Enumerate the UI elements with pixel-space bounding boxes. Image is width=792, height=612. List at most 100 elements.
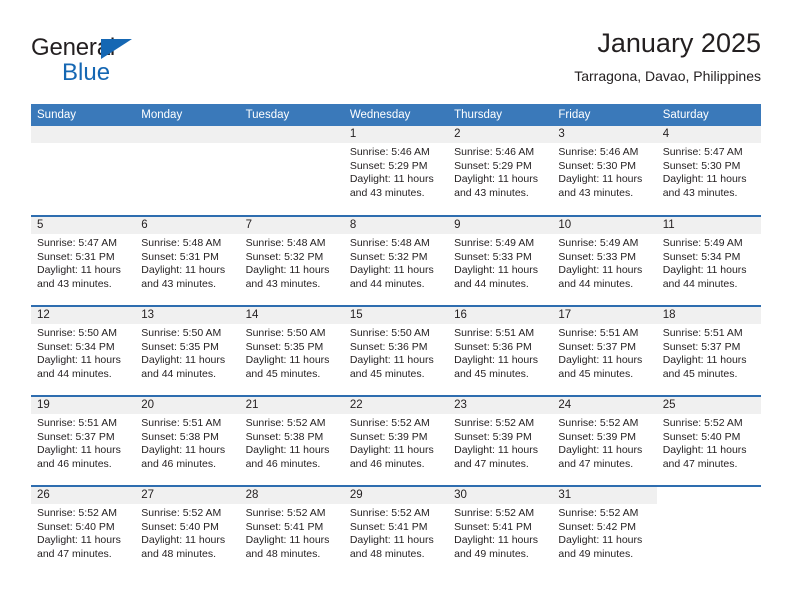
day-details: Sunrise: 5:52 AM Sunset: 5:41 PM Daylight:… <box>240 504 344 561</box>
day-number: 18 <box>656 307 761 324</box>
day-number: 17 <box>552 307 657 324</box>
day-number <box>31 126 136 143</box>
calendar-cell-empty <box>31 126 136 216</box>
sunrise-text: Sunrise: 5:50 AM <box>141 327 222 339</box>
day-number: 27 <box>135 487 240 504</box>
calendar-day-cell[interactable]: 31 Sunrise: 5:52 AM Sunset: 5:42 PM Dayligh… <box>552 485 657 576</box>
calendar-day-cell[interactable]: 23 Sunrise: 5:52 AM Sunset: 5:39 PM Dayligh… <box>448 395 553 486</box>
calendar-day-cell[interactable]: 10 Sunrise: 5:49 AM Sunset: 5:33 PM Dayligh… <box>552 215 657 306</box>
calendar-day-cell[interactable]: 7 Sunrise: 5:48 AM Sunset: 5:32 PM Daylight… <box>239 215 344 306</box>
day-number: 6 <box>135 217 240 234</box>
daylight-text-line1: Daylight: 11 hours <box>349 534 434 547</box>
day-number: 9 <box>448 217 553 234</box>
calendar-day-cell[interactable]: 26 Sunrise: 5:52 AM Sunset: 5:40 PM Dayligh… <box>31 485 136 576</box>
daylight-text-line2: and 45 minutes. <box>349 367 425 380</box>
sunset-text: Sunset: 5:32 PM <box>245 250 324 263</box>
day-number: 29 <box>343 487 449 504</box>
day-number: 13 <box>135 307 240 324</box>
sunset-text: Sunset: 5:40 PM <box>662 430 741 443</box>
calendar-cell-empty <box>239 126 344 216</box>
calendar-body: 1 Sunrise: 5:46 AM Sunset: 5:29 PM Daylight… <box>31 126 761 576</box>
day-number: 21 <box>239 397 344 414</box>
sunrise-text: Sunrise: 5:48 AM <box>245 237 326 249</box>
daylight-text-line2: and 46 minutes. <box>349 457 425 470</box>
sunset-text: Sunset: 5:39 PM <box>349 430 428 443</box>
daylight-text-line2: and 44 minutes. <box>662 277 738 290</box>
daylight-text-line2: and 45 minutes. <box>245 367 321 380</box>
daylight-text-line1: Daylight: 11 hours <box>662 173 747 186</box>
daylight-text-line2: and 44 minutes. <box>558 277 634 290</box>
day-number <box>239 126 344 143</box>
calendar-day-cell[interactable]: 20 Sunrise: 5:51 AM Sunset: 5:38 PM Dayligh… <box>135 395 240 486</box>
sunset-text: Sunset: 5:37 PM <box>662 340 741 353</box>
day-number: 5 <box>31 217 136 234</box>
sunrise-text: Sunrise: 5:52 AM <box>662 417 743 429</box>
calendar-day-cell[interactable]: 18 Sunrise: 5:51 AM Sunset: 5:37 PM Dayligh… <box>656 305 761 396</box>
calendar-day-cell[interactable]: 15 Sunrise: 5:50 AM Sunset: 5:36 PM Dayligh… <box>343 305 449 396</box>
calendar-day-cell[interactable]: 24 Sunrise: 5:52 AM Sunset: 5:39 PM Dayligh… <box>552 395 657 486</box>
daylight-text-line2: and 48 minutes. <box>141 547 216 560</box>
day-details: Sunrise: 5:48 AM Sunset: 5:32 PM Daylight:… <box>240 234 344 291</box>
sunrise-text: Sunrise: 5:51 AM <box>37 417 117 429</box>
daylight-text-line1: Daylight: 11 hours <box>454 354 538 367</box>
sunset-text: Sunset: 5:32 PM <box>349 250 428 263</box>
calendar-day-cell[interactable]: 19 Sunrise: 5:51 AM Sunset: 5:37 PM Dayligh… <box>31 395 136 486</box>
calendar-day-cell[interactable]: 12 Sunrise: 5:50 AM Sunset: 5:34 PM Dayligh… <box>31 305 136 396</box>
sunset-text: Sunset: 5:38 PM <box>141 430 219 443</box>
calendar-day-cell[interactable]: 2 Sunrise: 5:46 AM Sunset: 5:29 PM Daylight… <box>448 126 553 216</box>
calendar-day-cell[interactable]: 28 Sunrise: 5:52 AM Sunset: 5:41 PM Dayligh… <box>239 485 344 576</box>
calendar-day-cell[interactable]: 8 Sunrise: 5:48 AM Sunset: 5:32 PM Daylight… <box>343 215 449 306</box>
daylight-text-line2: and 43 minutes. <box>141 277 216 290</box>
daylight-text-line2: and 47 minutes. <box>558 457 634 470</box>
daylight-text-line2: and 47 minutes. <box>454 457 529 470</box>
calendar-day-cell[interactable]: 29 Sunrise: 5:52 AM Sunset: 5:41 PM Dayligh… <box>343 485 449 576</box>
calendar-day-cell[interactable]: 17 Sunrise: 5:51 AM Sunset: 5:37 PM Dayligh… <box>552 305 657 396</box>
page-header: General Blue January 2025 Tarragona, Dav… <box>31 26 761 98</box>
sunrise-text: Sunrise: 5:52 AM <box>141 507 222 519</box>
daylight-text-line1: Daylight: 11 hours <box>37 534 121 547</box>
calendar-day-cell[interactable]: 5 Sunrise: 5:47 AM Sunset: 5:31 PM Daylight… <box>31 215 136 306</box>
calendar-day-cell[interactable]: 21 Sunrise: 5:52 AM Sunset: 5:38 PM Dayligh… <box>239 395 344 486</box>
sunset-text: Sunset: 5:33 PM <box>454 250 532 263</box>
day-details: Sunrise: 5:51 AM Sunset: 5:36 PM Daylight:… <box>448 324 552 381</box>
calendar-day-cell[interactable]: 4 Sunrise: 5:47 AM Sunset: 5:30 PM Daylight… <box>656 126 761 216</box>
day-number: 10 <box>552 217 657 234</box>
daylight-text-line2: and 43 minutes. <box>349 186 425 199</box>
daylight-text-line1: Daylight: 11 hours <box>662 444 747 457</box>
calendar-day-cell[interactable]: 27 Sunrise: 5:52 AM Sunset: 5:40 PM Dayligh… <box>135 485 240 576</box>
title-block: January 2025 Tarragona, Davao, Philippin… <box>574 26 761 86</box>
day-details: Sunrise: 5:52 AM Sunset: 5:38 PM Daylight:… <box>240 414 344 471</box>
calendar-day-cell[interactable]: 9 Sunrise: 5:49 AM Sunset: 5:33 PM Daylight… <box>448 215 553 306</box>
sunset-text: Sunset: 5:35 PM <box>141 340 219 353</box>
daylight-text-line2: and 46 minutes. <box>37 457 112 470</box>
daylight-text-line2: and 43 minutes. <box>558 186 634 199</box>
calendar-day-cell[interactable]: 11 Sunrise: 5:49 AM Sunset: 5:34 PM Dayligh… <box>656 215 761 306</box>
calendar-day-cell[interactable]: 14 Sunrise: 5:50 AM Sunset: 5:35 PM Dayligh… <box>239 305 344 396</box>
day-details: Sunrise: 5:50 AM Sunset: 5:35 PM Daylight:… <box>135 324 239 381</box>
daylight-text-line2: and 44 minutes. <box>141 367 216 380</box>
sunset-text: Sunset: 5:35 PM <box>245 340 324 353</box>
calendar-day-cell[interactable]: 1 Sunrise: 5:46 AM Sunset: 5:29 PM Daylight… <box>343 126 449 216</box>
sunset-text: Sunset: 5:40 PM <box>37 520 115 533</box>
calendar-day-cell[interactable]: 25 Sunrise: 5:52 AM Sunset: 5:40 PM Dayligh… <box>656 395 761 486</box>
daylight-text-line2: and 44 minutes. <box>37 367 112 380</box>
page-subtitle: Tarragona, Davao, Philippines <box>574 68 761 84</box>
sunrise-text: Sunrise: 5:51 AM <box>662 327 743 339</box>
calendar-day-cell[interactable]: 13 Sunrise: 5:50 AM Sunset: 5:35 PM Dayligh… <box>135 305 240 396</box>
sunrise-text: Sunrise: 5:52 AM <box>454 417 535 429</box>
calendar-table: Sunday Monday Tuesday Wednesday Thursday… <box>31 104 761 576</box>
calendar-day-cell[interactable]: 22 Sunrise: 5:52 AM Sunset: 5:39 PM Dayligh… <box>343 395 449 486</box>
daylight-text-line2: and 48 minutes. <box>349 547 425 560</box>
sunset-text: Sunset: 5:29 PM <box>454 159 532 172</box>
calendar-day-cell[interactable]: 30 Sunrise: 5:52 AM Sunset: 5:41 PM Dayligh… <box>448 485 553 576</box>
daylight-text-line2: and 43 minutes. <box>454 186 529 199</box>
weekday-header-friday: Friday <box>552 104 657 126</box>
sunrise-text: Sunrise: 5:51 AM <box>558 327 639 339</box>
day-details: Sunrise: 5:51 AM Sunset: 5:37 PM Daylight:… <box>31 414 135 471</box>
daylight-text-line1: Daylight: 11 hours <box>558 354 643 367</box>
calendar-day-cell[interactable]: 3 Sunrise: 5:46 AM Sunset: 5:30 PM Daylight… <box>552 126 657 216</box>
calendar-day-cell[interactable]: 6 Sunrise: 5:48 AM Sunset: 5:31 PM Daylight… <box>135 215 240 306</box>
sunrise-text: Sunrise: 5:50 AM <box>245 327 326 339</box>
calendar-day-cell[interactable]: 16 Sunrise: 5:51 AM Sunset: 5:36 PM Dayligh… <box>448 305 553 396</box>
daylight-text-line1: Daylight: 11 hours <box>37 264 121 277</box>
